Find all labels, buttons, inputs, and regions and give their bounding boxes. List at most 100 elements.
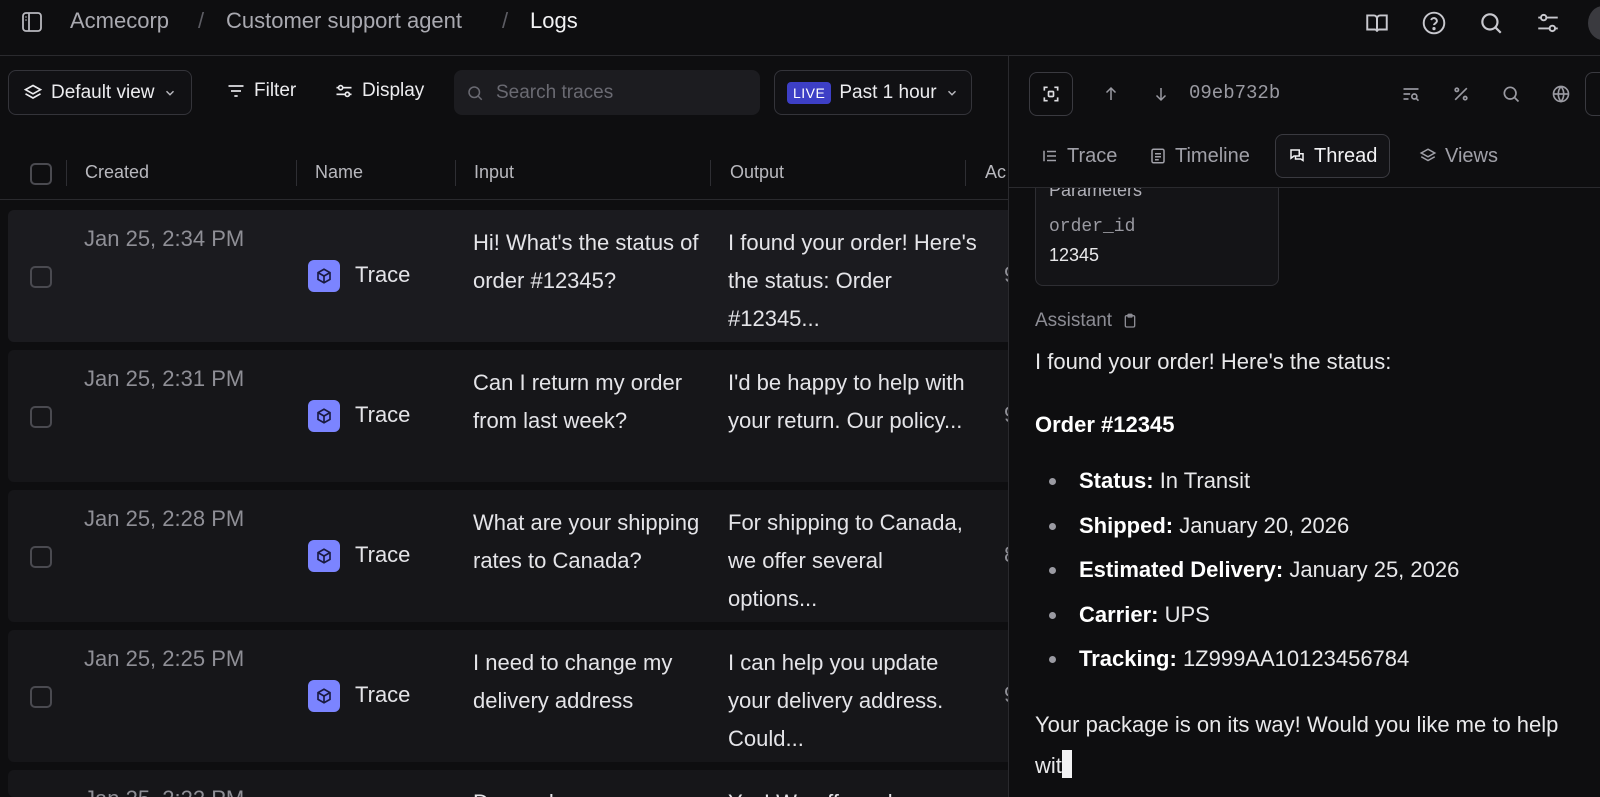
chevron-down-icon xyxy=(945,86,959,100)
select-all-checkbox[interactable] xyxy=(30,163,52,185)
table-row[interactable]: Jan 25, 2:31 PM Trace Can I return my or… xyxy=(8,350,1018,482)
table-row[interactable]: Jan 25, 2:34 PM Trace Hi! What's the sta… xyxy=(8,210,1018,342)
breadcrumb-org[interactable]: Acmecorp xyxy=(70,8,169,34)
detail-value: UPS xyxy=(1164,601,1210,627)
detail-value: January 20, 2026 xyxy=(1179,512,1350,538)
filter-label: Filter xyxy=(254,80,297,101)
detail-label: Status: xyxy=(1079,468,1154,493)
column-header-input[interactable]: Input xyxy=(474,162,514,183)
row-input: What are your shipping rates to Canada? xyxy=(473,510,700,573)
trace-cube-icon xyxy=(308,260,340,292)
row-input: Hi! What's the status of order #12345? xyxy=(473,230,699,293)
row-created: Jan 25, 2:28 PM xyxy=(84,506,245,531)
view-selector-label: Default view xyxy=(51,81,155,103)
message-streaming-line: wit xyxy=(1035,750,1072,779)
order-details-list: Status: In Transit Shipped: January 20, … xyxy=(1049,468,1459,691)
live-badge: LIVE xyxy=(787,81,832,104)
table-row[interactable]: Jan 25, 2:28 PM Trace What are your ship… xyxy=(8,490,1018,622)
row-output: Yes! We offer volume xyxy=(728,784,978,797)
tab-timeline-label: Timeline xyxy=(1175,144,1250,167)
chat-bubbles-icon xyxy=(1288,147,1306,165)
row-name: Trace xyxy=(355,682,411,707)
trace-cube-icon xyxy=(308,400,340,432)
tab-views[interactable]: Views xyxy=(1407,134,1510,178)
column-header-created[interactable]: Created xyxy=(85,162,149,183)
clipboard-copy-icon[interactable] xyxy=(1122,312,1138,330)
row-created: Jan 25, 2:31 PM xyxy=(84,366,245,391)
list-item: Estimated Delivery: January 25, 2026 xyxy=(1049,557,1459,602)
globe-icon[interactable] xyxy=(1549,82,1573,106)
message-intro: I found your order! Here's the status: xyxy=(1035,349,1392,374)
top-bar: Acmecorp / Customer support agent / Logs xyxy=(0,0,1600,56)
filter-icon xyxy=(226,81,246,101)
detail-label: Carrier: xyxy=(1079,601,1159,627)
column-divider xyxy=(965,160,966,186)
search-icon[interactable] xyxy=(1478,10,1504,36)
display-label: Display xyxy=(362,80,425,101)
time-range-label: Past 1 hour xyxy=(839,81,937,103)
table-row[interactable]: Jan 25, 2:25 PM Trace I need to change m… xyxy=(8,630,1018,762)
search-bar xyxy=(454,70,760,115)
detail-value: January 25, 2026 xyxy=(1289,557,1460,582)
focus-trace-button[interactable] xyxy=(1029,72,1073,116)
view-selector-button[interactable]: Default view xyxy=(8,70,192,115)
row-checkbox[interactable] xyxy=(30,406,52,428)
layers-icon xyxy=(23,83,43,103)
list-item: Shipped: January 20, 2026 xyxy=(1049,513,1459,558)
trace-detail-panel: 09eb732b Trace Timeline Thread Views Par… xyxy=(1008,56,1600,797)
row-input: I need to change my delivery address xyxy=(473,650,673,713)
row-created: Jan 25, 2:25 PM xyxy=(84,646,245,671)
trace-cube-icon xyxy=(308,680,340,712)
settings-sliders-icon[interactable] xyxy=(1535,10,1561,36)
row-checkbox[interactable] xyxy=(30,686,52,708)
search-icon[interactable] xyxy=(1499,82,1523,106)
column-header-actions[interactable]: Ac xyxy=(985,162,1006,183)
display-button[interactable]: Display xyxy=(334,80,424,102)
arrow-up-icon[interactable] xyxy=(1099,82,1123,106)
row-input: Do you have any xyxy=(473,784,713,797)
avatar[interactable] xyxy=(1588,6,1600,40)
sidebar-toggle-icon[interactable] xyxy=(20,10,44,34)
layers-icon xyxy=(1419,147,1437,165)
panel-overflow-button[interactable] xyxy=(1585,72,1600,116)
tree-list-icon xyxy=(1041,147,1059,165)
row-checkbox[interactable] xyxy=(30,266,52,288)
row-input: Can I return my order from last week? xyxy=(473,370,683,433)
parameter-value: 12345 xyxy=(1049,245,1100,265)
page-title: Logs xyxy=(530,8,578,33)
chevron-down-icon xyxy=(163,86,177,100)
column-divider xyxy=(66,160,67,186)
tab-thread[interactable]: Thread xyxy=(1275,134,1391,178)
row-output: I can help you update your delivery addr… xyxy=(728,650,944,751)
percent-icon[interactable] xyxy=(1449,82,1473,106)
row-checkbox[interactable] xyxy=(30,546,52,568)
order-heading: Order #12345 xyxy=(1035,412,1174,438)
search-icon xyxy=(466,84,484,102)
streaming-cursor xyxy=(1061,750,1072,778)
assistant-role-label: Assistant xyxy=(1035,310,1138,332)
tab-timeline[interactable]: Timeline xyxy=(1137,134,1262,178)
table-row[interactable]: Jan 25, 2:22 PM Do you have any Yes! We … xyxy=(8,770,1018,797)
row-created: Jan 25, 2:34 PM xyxy=(84,226,245,251)
detail-label: Tracking: xyxy=(1079,646,1177,671)
breadcrumb-project[interactable]: Customer support agent xyxy=(226,8,462,34)
find-in-text-icon[interactable] xyxy=(1399,82,1423,106)
list-item: Status: In Transit xyxy=(1049,468,1459,513)
arrow-down-icon[interactable] xyxy=(1149,82,1173,106)
column-header-output[interactable]: Output xyxy=(730,162,784,183)
trace-id[interactable]: 09eb732b xyxy=(1189,82,1280,104)
filter-button[interactable]: Filter xyxy=(226,80,296,102)
time-range-button[interactable]: LIVE Past 1 hour xyxy=(774,70,972,115)
help-icon[interactable] xyxy=(1421,10,1447,36)
parameter-key: order_id xyxy=(1049,217,1136,237)
column-divider xyxy=(455,160,456,186)
detail-value: In Transit xyxy=(1159,468,1251,493)
list-item: Tracking: 1Z999AA10123456784 xyxy=(1049,646,1459,691)
tab-trace-label: Trace xyxy=(1067,144,1118,167)
tab-trace[interactable]: Trace xyxy=(1029,134,1129,178)
trace-cube-icon xyxy=(308,540,340,572)
docs-book-icon[interactable] xyxy=(1364,10,1390,36)
search-input[interactable] xyxy=(496,81,746,104)
column-header-name[interactable]: Name xyxy=(315,162,363,183)
breadcrumb-separator: / xyxy=(198,8,205,33)
